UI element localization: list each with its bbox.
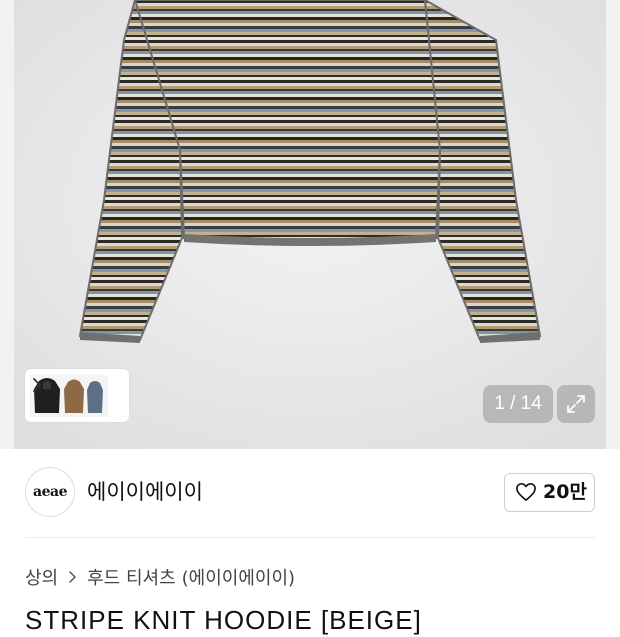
divider — [25, 537, 595, 538]
breadcrumb-brand[interactable]: (에이이에이이) — [182, 564, 295, 590]
brand-name[interactable]: 에이이에이이 — [87, 477, 203, 507]
brand-row: aeae 에이이에이이 20만 — [0, 449, 620, 537]
brand-logo[interactable]: aeae — [25, 467, 75, 517]
chevron-right-icon — [69, 571, 76, 583]
thumbnail-strip[interactable] — [25, 369, 129, 422]
breadcrumb-subcategory[interactable]: 후드 티셔츠 — [87, 564, 176, 590]
like-button[interactable]: 20만 — [504, 473, 595, 512]
expand-button[interactable] — [557, 385, 595, 423]
like-count: 20만 — [543, 481, 587, 503]
image-counter: 1 / 14 — [483, 385, 553, 423]
expand-icon — [567, 395, 585, 413]
chevron-right-icon[interactable] — [30, 375, 44, 395]
breadcrumb-category[interactable]: 상의 — [25, 564, 58, 590]
breadcrumb: 상의 후드 티셔츠 (에이이에이이) — [25, 563, 295, 591]
heart-icon — [516, 483, 536, 501]
product-image-gallery[interactable]: 1 / 14 — [0, 0, 620, 449]
product-title: STRIPE KNIT HOODIE [BEIGE] — [25, 605, 422, 635]
